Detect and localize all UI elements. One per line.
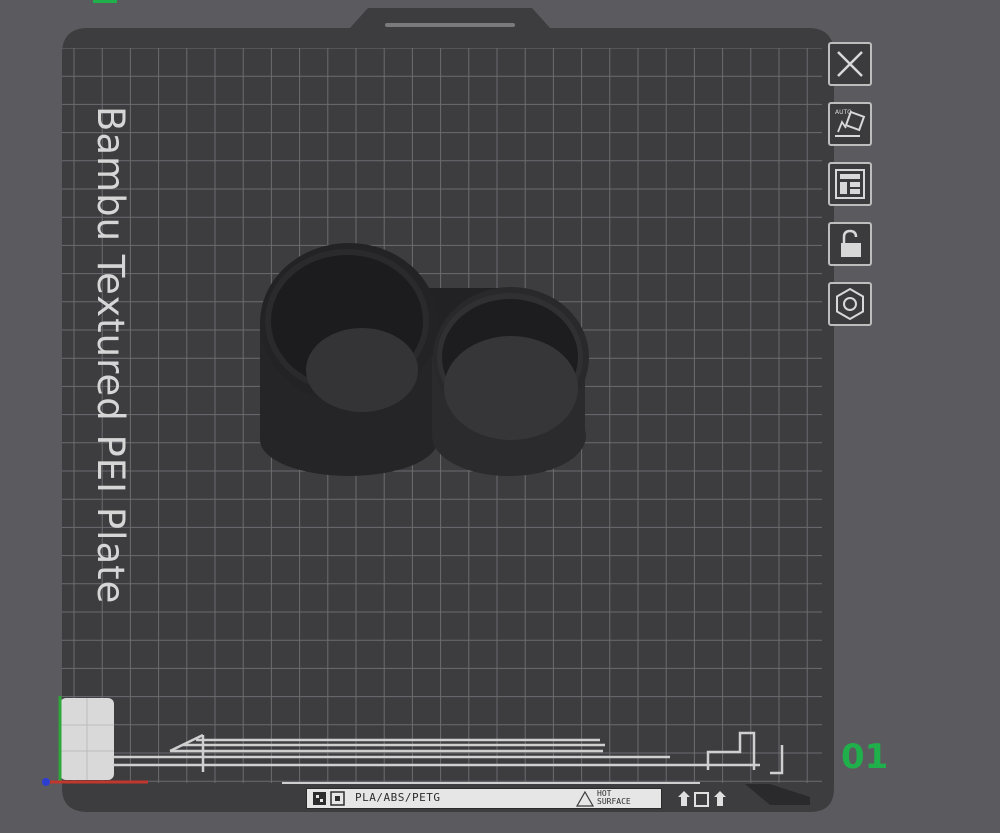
unlocked-padlock-icon [841, 229, 861, 257]
hot-surface-label: HOT SURFACE [597, 789, 631, 806]
settings-button[interactable] [828, 282, 872, 326]
lock-button[interactable] [828, 222, 872, 266]
plate-flip-icons [678, 791, 726, 807]
auto-orient-icon: AUTO [835, 109, 866, 137]
close-icon [837, 51, 863, 77]
z-axis-indicator [42, 778, 50, 786]
arrange-layout-icon [835, 169, 865, 199]
plate-type-icon [313, 791, 345, 806]
warning-triangle-icon [575, 790, 595, 807]
plate-handle [385, 23, 515, 27]
plate-number: 01 [841, 737, 889, 777]
close-button[interactable] [828, 42, 872, 86]
plate-title: Bambu Textured PEI Plate [89, 106, 132, 605]
plate-label-strip: PLA/ABS/PETG HOT SURFACE [306, 788, 662, 809]
hexagon-nut-icon [836, 287, 864, 321]
material-label: PLA/ABS/PETG [355, 791, 441, 804]
auto-orient-button[interactable]: AUTO [828, 102, 872, 146]
arrange-button[interactable] [828, 162, 872, 206]
